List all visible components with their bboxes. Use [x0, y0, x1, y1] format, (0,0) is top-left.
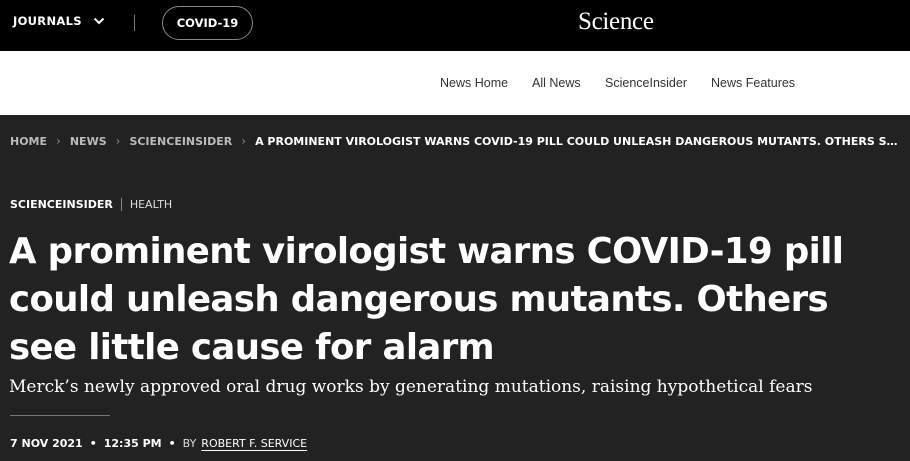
article-headline: A prominent virologist warns COVID-19 pi… — [9, 231, 844, 368]
chevron-down-icon — [93, 17, 105, 25]
kicker-divider — [120, 198, 122, 211]
journals-label: JOURNALS — [13, 14, 82, 28]
breadcrumb-news[interactable]: NEWS — [70, 135, 107, 148]
chevron-right-icon: › — [56, 134, 61, 148]
journals-menu-button[interactable]: JOURNALS — [13, 14, 106, 28]
byline: 7 NOV 2021 • 12:35 PM • BY ROBERT F. SER… — [10, 437, 307, 450]
top-bar: JOURNALS COVID-19 Science — [0, 0, 910, 51]
breadcrumb-current: A PROMINENT VIROLOGIST WARNS COVID-19 PI… — [255, 134, 905, 148]
subnav-scienceinsider[interactable]: ScienceInsider — [605, 76, 687, 90]
publish-date: 7 NOV 2021 — [10, 437, 83, 450]
header-rule — [10, 415, 110, 416]
breadcrumb-scienceinsider[interactable]: SCIENCEINSIDER — [129, 135, 232, 148]
article-kicker: SCIENCEINSIDER HEALTH — [10, 198, 172, 211]
topic-link[interactable]: HEALTH — [130, 198, 172, 211]
topbar-divider — [134, 15, 135, 31]
section-link[interactable]: SCIENCEINSIDER — [10, 198, 113, 211]
byline-separator: • — [89, 437, 97, 450]
science-logo[interactable]: Science — [578, 8, 654, 36]
author-link[interactable]: ROBERT F. SERVICE — [201, 437, 307, 450]
subnav-news-features[interactable]: News Features — [711, 76, 795, 90]
breadcrumb-home[interactable]: HOME — [10, 135, 47, 148]
byline-separator: • — [168, 437, 176, 450]
article-dek: Merck’s newly approved oral drug works b… — [9, 377, 813, 397]
subnav-all-news[interactable]: All News — [532, 76, 581, 90]
covid-19-button[interactable]: COVID-19 — [162, 6, 253, 40]
by-label: BY — [182, 437, 197, 450]
chevron-right-icon: › — [241, 134, 247, 148]
subnav-news-home[interactable]: News Home — [440, 76, 508, 90]
news-subnav: News Home All News ScienceInsider News F… — [0, 51, 910, 115]
breadcrumb: HOME › NEWS › SCIENCEINSIDER › A PROMINE… — [10, 134, 905, 148]
chevron-right-icon: › — [115, 134, 121, 148]
publish-time: 12:35 PM — [103, 437, 162, 450]
